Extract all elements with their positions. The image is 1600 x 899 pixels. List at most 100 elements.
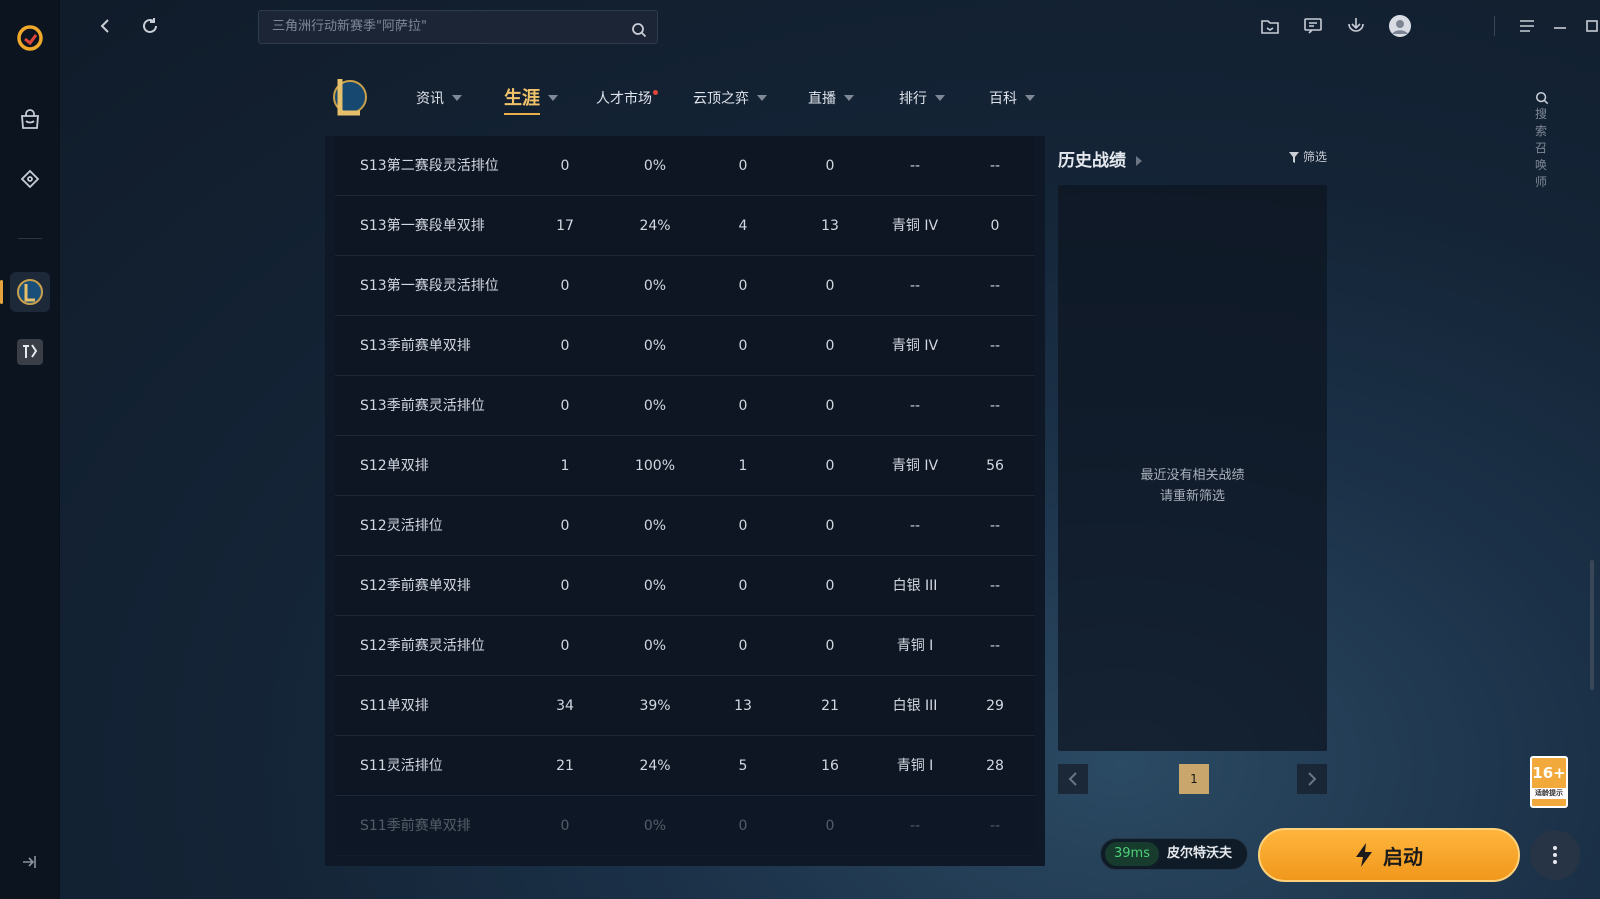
search-placeholder: 三角洲行动新赛季"阿萨拉" [272,19,427,34]
table-row: S11灵活排位 21 24% 5 16 青铜 I 28 [335,736,1035,796]
summoner-search-placeholder: 搜索召唤师 [1535,106,1548,189]
cell-season: S12季前赛单双排 [360,578,471,594]
cell-winrate: 0% [643,398,667,414]
maximize-icon[interactable] [1580,14,1600,38]
cell-rank: -- [909,818,921,834]
cell-games: 17 [556,218,574,234]
server-selector[interactable]: 39ms 皮尔特沃夫 [1100,838,1248,870]
chevron-down-icon [1025,95,1035,101]
more-options-button[interactable] [1530,830,1580,880]
cell-games: 1 [560,458,570,474]
back-icon[interactable] [94,14,118,38]
filter-button[interactable]: 筛选 [1289,148,1327,165]
cell-games: 0 [560,578,570,594]
lol-logo-icon[interactable] [328,75,368,123]
age-rating-note: 适龄提示 [1532,788,1566,799]
cell-points: -- [989,818,1001,834]
table-row: S12灵活排位 0 0% 0 0 -- -- [335,496,1035,556]
history-title-text: 历史战绩 [1058,151,1126,171]
cell-winrate: 0% [643,818,667,834]
message-icon[interactable] [1301,14,1325,38]
prev-page-button[interactable] [1058,764,1088,794]
global-search-input[interactable]: 三角洲行动新赛季"阿萨拉" [258,10,658,44]
tab-news[interactable]: 资讯 [416,88,462,108]
search-icon[interactable] [631,19,647,51]
launch-label: 启动 [1383,844,1423,869]
empty-state: 最近没有相关战绩 请重新筛选 [1058,465,1327,507]
minimize-icon[interactable] [1548,14,1572,38]
page-1-button[interactable]: 1 [1179,764,1209,794]
other-game-icon[interactable] [10,332,50,372]
age-rating-badge: 16+ 适龄提示 [1530,756,1568,808]
table-row: S13第一赛段灵活排位 0 0% 0 0 -- -- [335,256,1035,316]
tab-tft[interactable]: 云顶之弈 [693,88,767,108]
tab-career[interactable]: 生涯 [504,84,558,115]
age-rating-value: 16+ [1532,764,1566,782]
tab-live[interactable]: 直播 [808,88,854,108]
cell-winrate: 0% [643,158,667,174]
tab-talent-market-label: 人才市场 [596,91,652,107]
download-icon[interactable] [1344,14,1368,38]
tab-tft-label: 云顶之弈 [693,91,749,107]
chevron-right-icon [1136,156,1142,166]
chevron-down-icon [452,95,462,101]
cell-winrate: 24% [639,758,671,774]
table-row: S12季前赛灵活排位 0 0% 0 0 青铜 I -- [335,616,1035,676]
collapse-sidebar-icon[interactable] [20,853,40,873]
chevron-right-icon [1308,772,1317,786]
cell-wins: 4 [738,218,748,234]
cell-wins: 13 [734,698,752,714]
filter-label: 筛选 [1302,150,1327,164]
cell-points: -- [989,638,1001,654]
cell-rank: 青铜 IV [891,338,939,354]
cell-losses: 0 [825,818,835,834]
avatar[interactable] [1388,14,1412,38]
cell-losses: 0 [825,158,835,174]
cell-points: -- [989,398,1001,414]
cell-losses: 0 [825,638,835,654]
tab-ranking-label: 排行 [899,91,927,107]
chevron-down-icon [935,95,945,101]
cell-points: -- [989,278,1001,294]
tab-wiki[interactable]: 百科 [989,88,1035,108]
cell-wins: 0 [738,518,748,534]
title-bar-separator [1494,16,1495,36]
lol-game-icon[interactable] [0,272,50,312]
page-scrollbar[interactable] [1590,560,1594,690]
next-page-button[interactable] [1297,764,1327,794]
title-bar: 三角洲行动新赛季"阿萨拉" [60,0,1600,52]
cell-games: 0 [560,518,570,534]
cell-wins: 0 [738,398,748,414]
table-row: S11季前赛单双排 0 0% 0 0 -- -- [335,796,1035,856]
ping-badge: 39ms [1105,842,1159,866]
history-title[interactable]: 历史战绩 [1058,146,1142,171]
chevron-down-icon [548,95,558,101]
cell-games: 0 [560,278,570,294]
table-row: S11单双排 34 39% 13 21 白银 III 29 [335,676,1035,736]
cell-season: S12灵活排位 [360,518,443,534]
server-name: 皮尔特沃夫 [1167,846,1233,861]
match-history-panel: 历史战绩 筛选 最近没有相关战绩 请重新筛选 1 [1055,140,1327,860]
cell-wins: 0 [738,818,748,834]
cell-points: -- [989,158,1001,174]
cell-wins: 0 [738,338,748,354]
cell-rank: -- [909,518,921,534]
wegame-logo-icon[interactable] [10,18,50,58]
table-row: S12季前赛单双排 0 0% 0 0 白银 III -- [335,556,1035,616]
cell-rank: -- [909,278,921,294]
store-icon[interactable] [10,100,50,140]
launch-button[interactable]: 启动 [1258,828,1520,882]
refresh-icon[interactable] [138,14,162,38]
cell-season: S13季前赛灵活排位 [360,398,485,414]
cell-wins: 1 [738,458,748,474]
summoner-search-input[interactable]: 搜索召唤师 [1535,90,1553,190]
tab-ranking[interactable]: 排行 [899,88,945,108]
cell-rank: 青铜 I [896,638,934,654]
cell-points: 0 [990,218,1000,234]
filter-icon [1289,152,1300,163]
tab-wiki-label: 百科 [989,91,1017,107]
game-pad-icon[interactable] [10,160,50,200]
tab-talent-market[interactable]: 人才市场 [596,88,658,108]
folder-icon[interactable] [1258,14,1282,38]
menu-icon[interactable] [1515,14,1539,38]
